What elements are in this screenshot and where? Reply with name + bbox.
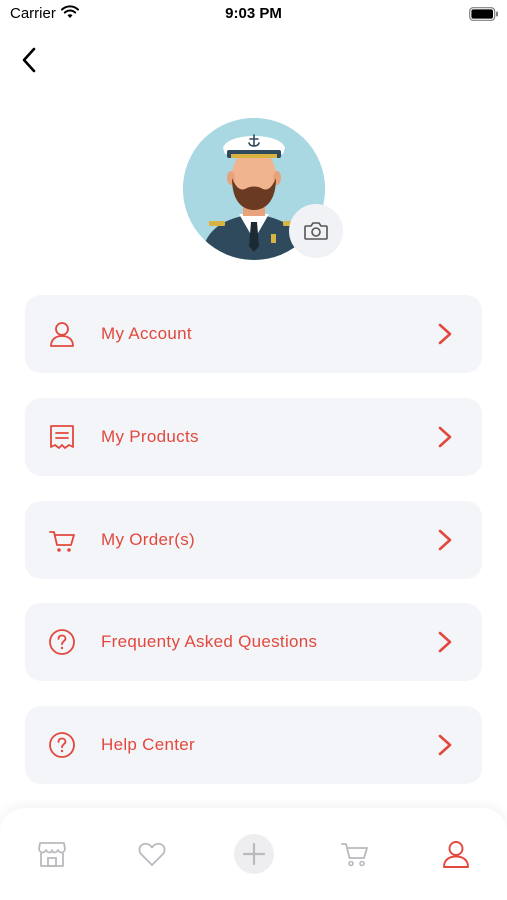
chevron-right-icon	[438, 734, 452, 756]
tab-profile[interactable]	[432, 830, 480, 878]
user-icon	[47, 319, 77, 349]
question-icon	[47, 627, 77, 657]
camera-icon	[304, 222, 328, 240]
menu-item-my-orders[interactable]: My Order(s)	[25, 501, 482, 579]
menu-item-my-products[interactable]: My Products	[25, 398, 482, 476]
tab-favorites[interactable]	[128, 830, 176, 878]
heart-icon	[138, 842, 166, 866]
back-button[interactable]	[14, 44, 44, 76]
cart-icon	[341, 843, 368, 867]
chevron-right-icon	[438, 631, 452, 653]
profile-icon	[443, 841, 469, 868]
store-icon	[38, 842, 66, 867]
menu-item-label: My Account	[101, 324, 192, 343]
menu-item-faq[interactable]: Frequenty Asked Questions	[25, 603, 482, 681]
tab-cart[interactable]	[331, 830, 379, 878]
clock: 9:03 PM	[225, 5, 282, 22]
menu-item-help-center[interactable]: Help Center	[25, 706, 482, 784]
add-button[interactable]	[234, 834, 274, 874]
chevron-right-icon	[438, 323, 452, 345]
menu-item-my-account[interactable]: My Account	[25, 295, 482, 373]
battery-icon	[469, 7, 499, 26]
menu-item-label: My Order(s)	[101, 530, 195, 549]
bottom-tab-bar	[0, 808, 507, 900]
profile-avatar-section	[183, 118, 343, 260]
menu-item-label: Frequenty Asked Questions	[101, 632, 318, 651]
cart-icon	[47, 525, 77, 555]
plus-icon	[242, 842, 266, 866]
status-bar: Carrier 9:03 PM	[0, 0, 507, 30]
change-photo-button[interactable]	[289, 204, 343, 258]
chevron-right-icon	[438, 426, 452, 448]
chevron-left-icon	[22, 47, 36, 73]
question-icon	[47, 730, 77, 760]
menu-item-label: Help Center	[101, 735, 196, 754]
menu-item-label: My Products	[101, 427, 199, 446]
chevron-right-icon	[438, 529, 452, 551]
tab-store[interactable]	[28, 830, 76, 878]
receipt-icon	[47, 422, 77, 452]
